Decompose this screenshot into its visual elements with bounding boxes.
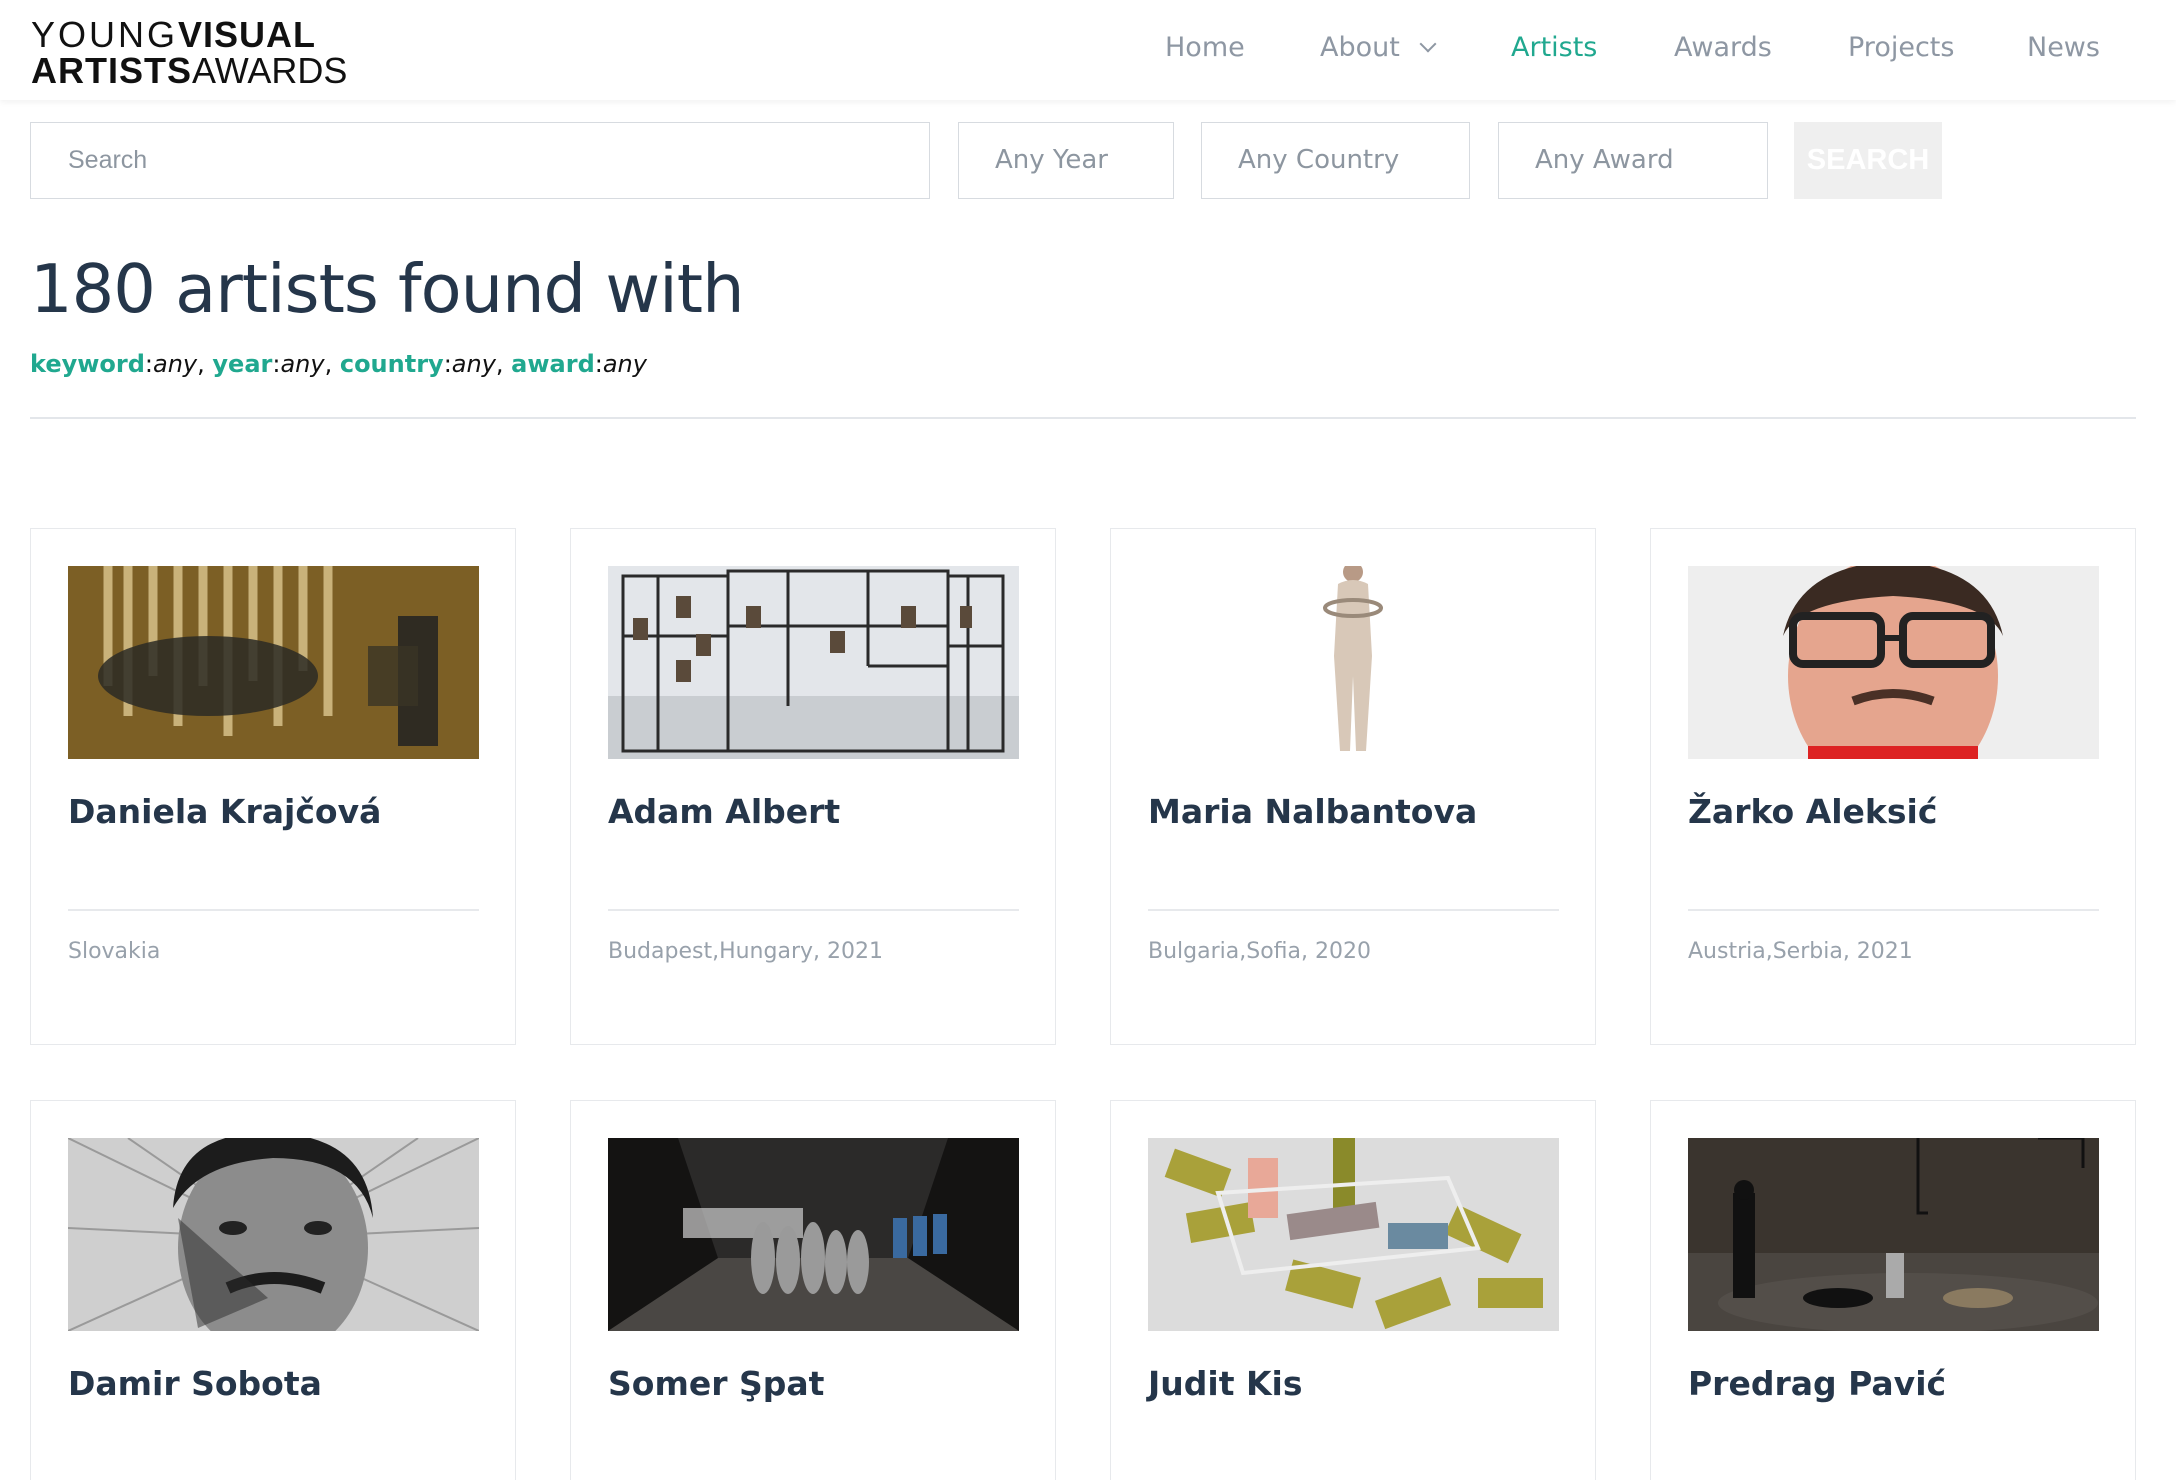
country-select[interactable]: Any Country xyxy=(1201,122,1470,199)
artist-name[interactable]: Damir Sobota xyxy=(68,1364,322,1403)
artist-name[interactable]: Maria Nalbantova xyxy=(1148,792,1477,831)
card-divider xyxy=(68,909,479,911)
filter-key: award xyxy=(511,350,595,378)
logo-visual: VISUAL xyxy=(178,14,317,55)
artist-card[interactable]: Predrag Pavić xyxy=(1650,1100,2136,1480)
results-title: 180 artists found with xyxy=(30,250,745,328)
artist-image[interactable] xyxy=(68,1138,479,1331)
card-divider xyxy=(608,909,1019,911)
artist-location: Budapest,Hungary, 2021 xyxy=(608,939,883,964)
search-button[interactable]: SEARCH xyxy=(1794,122,1942,199)
site-header: YOUNGVISUAL ARTISTSAWARDS Home About Art… xyxy=(0,0,2176,100)
artist-location: Slovakia xyxy=(68,939,161,964)
results-divider xyxy=(30,417,2136,419)
artist-image[interactable] xyxy=(608,566,1019,759)
logo-young: YOUNG xyxy=(31,14,179,55)
artist-card[interactable]: Daniela Krajčová Slovakia xyxy=(30,528,516,1045)
artist-location: Austria,Serbia, 2021 xyxy=(1688,939,1913,964)
filter-value: any xyxy=(451,350,496,378)
artist-name[interactable]: Daniela Krajčová xyxy=(68,792,381,831)
artist-card[interactable]: Maria Nalbantova Bulgaria,Sofia, 2020 xyxy=(1110,528,1596,1045)
artist-card[interactable]: Judit Kis xyxy=(1110,1100,1596,1480)
artist-image[interactable] xyxy=(1688,1138,2099,1331)
year-select[interactable]: Any Year xyxy=(958,122,1174,199)
artist-image[interactable] xyxy=(1688,566,2099,759)
logo-artists: ARTISTS xyxy=(31,50,193,91)
artist-name[interactable]: Somer Şpat xyxy=(608,1364,824,1403)
artist-card[interactable]: Damir Sobota xyxy=(30,1100,516,1480)
artist-card[interactable]: Žarko Aleksić Austria,Serbia, 2021 xyxy=(1650,528,2136,1045)
nav-projects[interactable]: Projects xyxy=(1848,32,1954,63)
filter-key: year xyxy=(212,350,273,378)
award-select-value: Any Award xyxy=(1535,145,1674,175)
country-select-value: Any Country xyxy=(1238,145,1400,175)
artist-location: Bulgaria,Sofia, 2020 xyxy=(1148,939,1371,964)
artist-image[interactable] xyxy=(1148,566,1559,759)
card-divider xyxy=(1148,909,1559,911)
artist-name[interactable]: Adam Albert xyxy=(608,792,840,831)
artist-card[interactable]: Somer Şpat xyxy=(570,1100,1056,1480)
active-filters: keyword:any, year:any, country:any, awar… xyxy=(30,350,647,378)
search-field xyxy=(30,122,930,199)
artist-card[interactable]: Adam Albert Budapest,Hungary, 2021 xyxy=(570,528,1056,1045)
filter-value: any xyxy=(280,350,325,378)
nav-about[interactable]: About xyxy=(1320,32,1437,63)
card-divider xyxy=(1688,909,2099,911)
filter-value: any xyxy=(153,350,198,378)
artist-image[interactable] xyxy=(608,1138,1019,1331)
artist-image[interactable] xyxy=(68,566,479,759)
chevron-down-icon xyxy=(1419,35,1437,53)
nav-home[interactable]: Home xyxy=(1165,32,1245,63)
artist-name[interactable]: Žarko Aleksić xyxy=(1688,792,1937,831)
artist-image[interactable] xyxy=(1148,1138,1559,1331)
artist-name[interactable]: Judit Kis xyxy=(1148,1364,1303,1403)
nav-news[interactable]: News xyxy=(2027,32,2100,63)
logo-awards: AWARDS xyxy=(192,50,348,91)
site-logo[interactable]: YOUNGVISUAL ARTISTSAWARDS xyxy=(31,17,347,89)
filter-key: keyword xyxy=(30,350,145,378)
award-select[interactable]: Any Award xyxy=(1498,122,1768,199)
filter-value: any xyxy=(602,350,647,378)
year-select-value: Any Year xyxy=(995,145,1108,175)
search-input[interactable] xyxy=(31,123,929,198)
nav-about-label: About xyxy=(1320,32,1400,63)
nav-awards[interactable]: Awards xyxy=(1674,32,1772,63)
filter-key: country xyxy=(339,350,444,378)
nav-artists[interactable]: Artists xyxy=(1511,32,1597,63)
artist-name[interactable]: Predrag Pavić xyxy=(1688,1364,1946,1403)
